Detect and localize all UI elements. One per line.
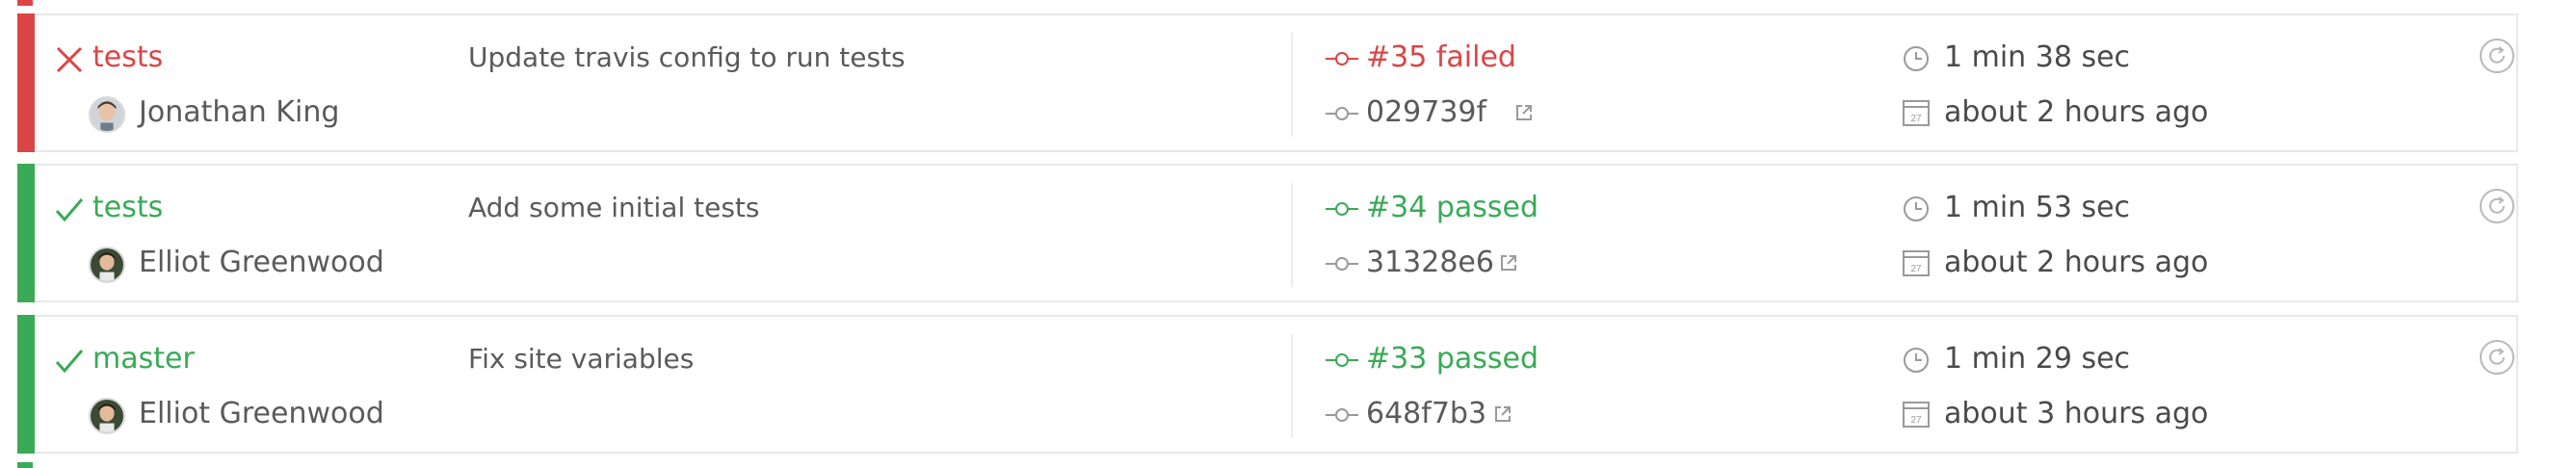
branch-link[interactable]: master <box>92 340 195 378</box>
restart-build-button[interactable] <box>2478 37 2516 75</box>
avatar <box>89 247 125 283</box>
avatar <box>89 398 125 434</box>
branch-link[interactable]: tests <box>92 39 163 77</box>
svg-text:27: 27 <box>1910 114 1922 124</box>
restart-build-button[interactable] <box>2478 187 2516 225</box>
build-duration: 1 min 38 sec <box>1944 40 2131 74</box>
commit-message[interactable]: Add some initial tests <box>468 189 760 227</box>
svg-text:27: 27 <box>1910 415 1922 426</box>
build-icon <box>1326 52 1358 65</box>
column-divider <box>1291 33 1293 137</box>
commit-sha-link[interactable]: 648f7b3 <box>1366 394 1486 434</box>
calendar-icon: 27 <box>1903 402 1930 428</box>
commit-icon <box>1326 257 1358 271</box>
clock-icon <box>1904 46 1929 71</box>
calendar-icon: 27 <box>1903 100 1930 126</box>
check-icon <box>55 350 84 374</box>
next-build-edge <box>17 462 33 468</box>
clock-icon <box>1904 348 1929 373</box>
build-row[interactable]: master Elliot Greenwood Fix site variabl… <box>17 315 2518 454</box>
author-name: Elliot Greenwood <box>139 397 384 430</box>
external-link-icon[interactable] <box>1514 103 1534 122</box>
build-number-link[interactable]: #33 passed <box>1366 340 1538 378</box>
commit-message[interactable]: Fix site variables <box>468 340 694 378</box>
author-name: Elliot Greenwood <box>139 246 384 279</box>
svg-text:27: 27 <box>1910 264 1922 274</box>
avatar <box>89 96 125 133</box>
column-divider <box>1291 183 1293 287</box>
build-duration: 1 min 29 sec <box>1944 342 2131 376</box>
build-row[interactable]: tests Elliot Greenwood Add some initial … <box>17 164 2518 302</box>
commit-sha-link[interactable]: 029739f <box>1366 92 1486 133</box>
finished-time: about 3 hours ago <box>1944 397 2209 430</box>
restart-build-button[interactable] <box>2478 338 2516 377</box>
status-strip <box>17 315 35 454</box>
check-icon <box>55 198 84 222</box>
branch-link[interactable]: tests <box>92 189 163 227</box>
column-divider <box>1291 334 1293 438</box>
finished-time: about 2 hours ago <box>1944 95 2209 129</box>
build-number-link[interactable]: #35 failed <box>1366 39 1516 77</box>
external-link-icon[interactable] <box>1493 404 1512 424</box>
calendar-icon: 27 <box>1903 250 1930 276</box>
previous-build-edge <box>17 0 33 6</box>
cross-icon <box>56 46 83 73</box>
commit-icon <box>1326 408 1358 422</box>
build-duration: 1 min 53 sec <box>1944 191 2131 224</box>
commit-sha-link[interactable]: 31328e6 <box>1366 243 1494 283</box>
build-number-link[interactable]: #34 passed <box>1366 189 1538 227</box>
build-row[interactable]: tests Jonathan King Update travis config… <box>17 13 2518 152</box>
commit-icon <box>1326 107 1358 120</box>
status-strip <box>17 164 35 302</box>
external-link-icon[interactable] <box>1499 253 1518 273</box>
build-history-list: tests Jonathan King Update travis config… <box>0 0 2576 468</box>
status-strip <box>17 13 35 152</box>
commit-message[interactable]: Update travis config to run tests <box>468 39 906 77</box>
build-icon <box>1326 202 1358 216</box>
build-icon <box>1326 353 1358 367</box>
finished-time: about 2 hours ago <box>1944 246 2209 279</box>
author-name: Jonathan King <box>139 95 340 129</box>
clock-icon <box>1904 196 1929 221</box>
